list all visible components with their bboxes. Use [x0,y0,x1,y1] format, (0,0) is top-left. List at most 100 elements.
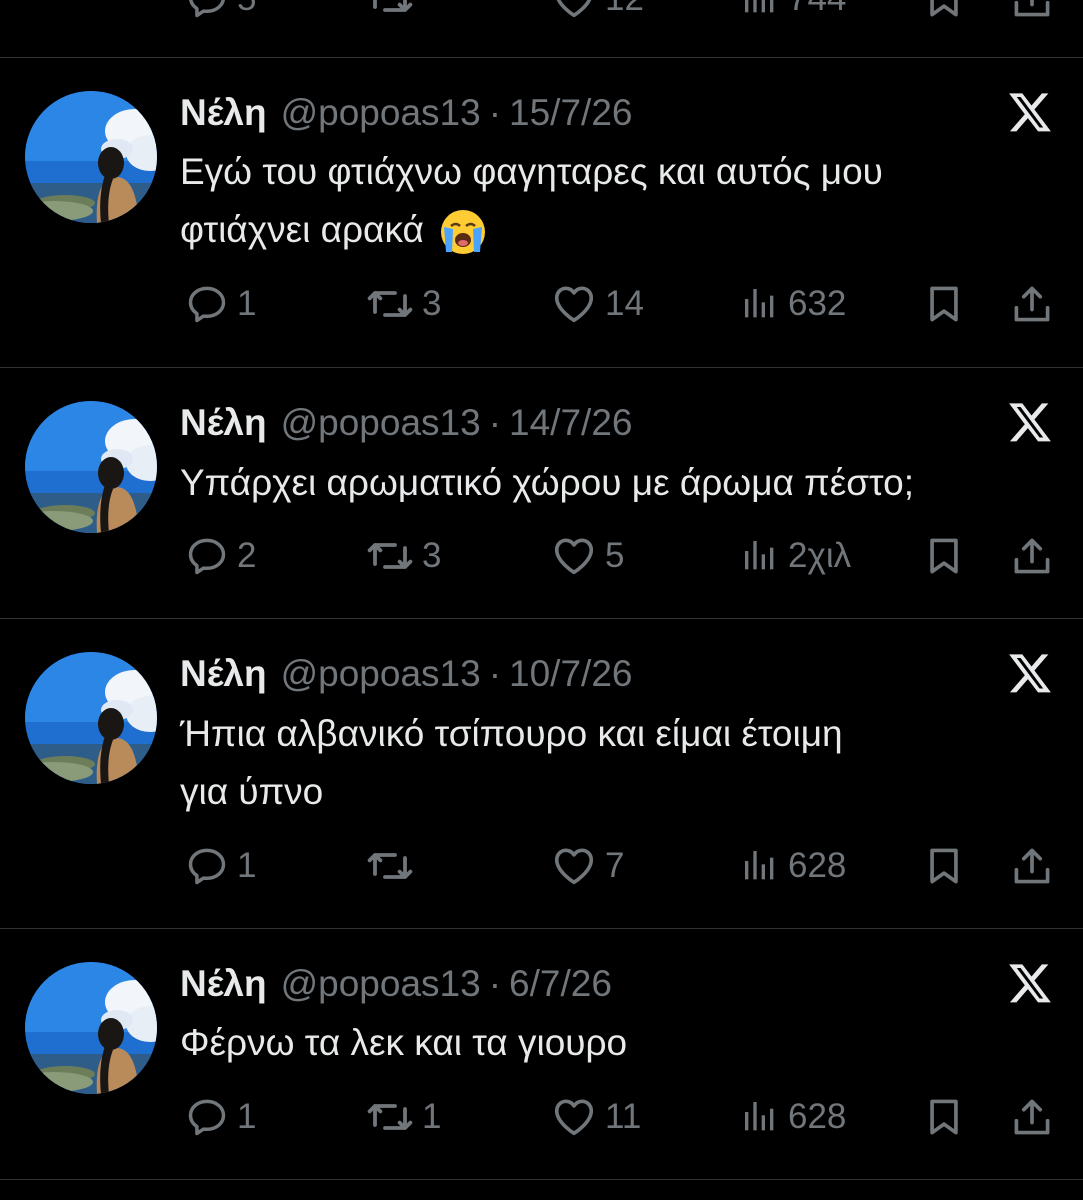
x-logo-icon [1007,960,1053,1006]
heart-icon [551,1094,597,1140]
views-button[interactable]: 744 [740,0,846,24]
repost-count: 3 [422,284,442,323]
bookmark-button[interactable] [922,531,966,581]
share-button[interactable] [1010,279,1054,329]
tweet[interactable]: Νέλη @popoas13 · 6/7/26 Φέρνω τα λεκ και… [0,928,1083,1179]
reply-button[interactable]: 2 [185,531,256,581]
share-button[interactable] [1010,1092,1054,1142]
tweet-date[interactable]: 10/7/26 [509,653,632,695]
reply-button[interactable]: 5 [185,0,256,24]
heart-icon [551,0,597,22]
bookmark-button[interactable] [922,279,966,329]
tweet-text: Εγώ του φτιάχνω φαγηταρες και αυτός μου … [180,143,1060,259]
user-handle[interactable]: @popoas13 [281,92,481,134]
tweet-actions: 1 7 628 [0,841,1083,891]
heart-icon [551,843,597,889]
reply-icon [185,0,229,21]
views-count: 628 [788,846,847,885]
bookmark-icon [922,1095,966,1139]
like-count: 14 [605,284,644,323]
share-button[interactable] [1010,531,1054,581]
like-count: 7 [605,846,625,885]
tweet-date[interactable]: 6/7/26 [509,963,612,1005]
bookmark-button[interactable] [922,841,966,891]
avatar[interactable] [25,91,157,223]
user-handle[interactable]: @popoas13 [281,402,481,444]
views-button[interactable]: 628 [740,841,846,891]
repost-button[interactable]: 3 [366,279,441,329]
like-button[interactable]: 7 [551,841,624,891]
bookmark-button[interactable] [922,1092,966,1142]
user-handle[interactable]: @popoas13 [281,963,481,1005]
repost-button[interactable]: 1 [366,1092,441,1142]
tweet-header: Νέλη @popoas13 · 14/7/26 [180,401,632,445]
tweet-text-line: Ήπια αλβανικό τσίπουρο και είμαι έτοιμη [180,713,843,754]
repost-icon [366,1093,414,1141]
divider [0,1179,1083,1180]
tweet-date[interactable]: 15/7/26 [509,92,632,134]
display-name[interactable]: Νέλη [180,92,267,134]
heart-icon [551,533,597,579]
avatar[interactable] [25,401,157,533]
like-button[interactable]: 14 [551,279,644,329]
display-name[interactable]: Νέλη [180,963,267,1005]
share-button[interactable] [1010,0,1054,24]
like-count: 11 [605,1097,642,1136]
tweet-header: Νέλη @popoas13 · 10/7/26 [180,652,632,696]
repost-button[interactable] [366,0,414,24]
tweet-actions: 1 3 14 632 [0,279,1083,329]
tweet-actions: 2 3 5 2χιλ [0,531,1083,581]
user-handle[interactable]: @popoas13 [281,653,481,695]
reply-count: 1 [237,1097,257,1136]
bookmark-icon [922,534,966,578]
repost-icon [366,842,414,890]
tweet[interactable]: Νέλη @popoas13 · 14/7/26 Υπάρχει αρωματι… [0,367,1083,618]
views-icon [740,846,780,886]
avatar[interactable] [25,652,157,784]
views-count: 632 [788,284,847,323]
like-count: 12 [605,0,644,19]
tweet-text-line: φτιάχνει αρακά [180,201,1060,259]
previous-tweet-actions: 5 12 744 [0,0,1083,24]
reply-icon [185,534,229,578]
display-name[interactable]: Νέλη [180,653,267,695]
heart-icon [551,281,597,327]
tweet-text: Υπάρχει αρωματικό χώρου με άρωμα πέστο; [180,454,1060,512]
loudly-crying-face-icon [438,207,488,257]
reply-button[interactable]: 1 [185,279,256,329]
x-logo-icon [1007,89,1053,135]
share-button[interactable] [1010,841,1054,891]
tweet[interactable]: Νέλη @popoas13 · 10/7/26 Ήπια αλβανικό τ… [0,618,1083,928]
repost-count: 1 [422,1097,442,1136]
repost-icon [366,532,414,580]
tweet-header: Νέλη @popoas13 · 6/7/26 [180,962,612,1006]
share-icon [1010,282,1054,326]
reply-button[interactable]: 1 [185,1092,256,1142]
bookmark-icon [922,282,966,326]
views-icon [740,284,780,324]
views-icon [740,536,780,576]
views-button[interactable]: 632 [740,279,846,329]
share-icon [1010,0,1054,21]
x-logo-icon [1007,399,1053,445]
reply-button[interactable]: 1 [185,841,256,891]
like-button[interactable]: 5 [551,531,624,581]
repost-icon [366,280,414,328]
views-button[interactable]: 2χιλ [740,531,851,581]
tweet-date[interactable]: 14/7/26 [509,402,632,444]
tweet-text: Φέρνω τα λεκ και τα γιουρο [180,1014,1060,1072]
share-icon [1010,1095,1054,1139]
tweet-text-line: Φέρνω τα λεκ και τα γιουρο [180,1022,628,1063]
repost-button[interactable] [366,841,422,891]
views-button[interactable]: 628 [740,1092,846,1142]
like-button[interactable]: 11 [551,1092,641,1142]
tweet-text-line: για ύπνο [180,771,324,812]
bookmark-button[interactable] [922,0,966,24]
display-name[interactable]: Νέλη [180,402,267,444]
tweet-text-line: Υπάρχει αρωματικό χώρου με άρωμα πέστο; [180,462,914,503]
like-button[interactable]: 12 [551,0,644,24]
avatar[interactable] [25,962,157,1094]
tweet[interactable]: Νέλη @popoas13 · 15/7/26 Εγώ του φτιάχνω… [0,57,1083,367]
reply-count: 2 [237,536,257,575]
repost-button[interactable]: 3 [366,531,441,581]
